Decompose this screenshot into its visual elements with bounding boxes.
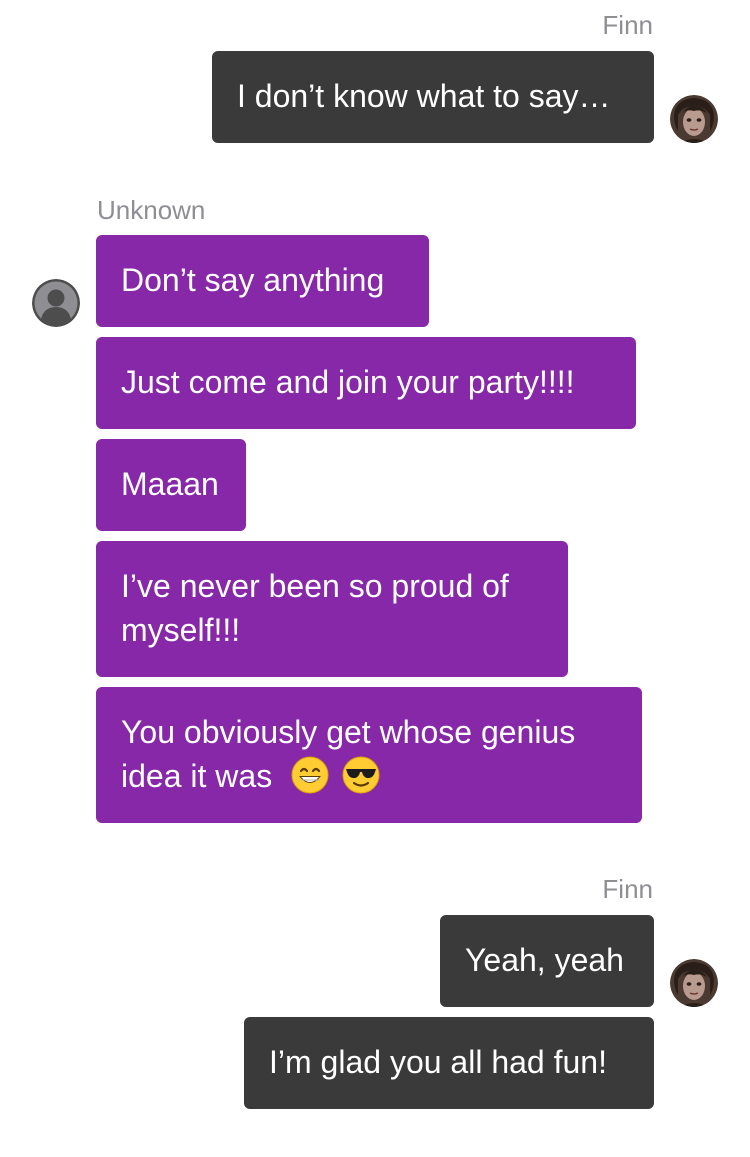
message-text-segment: idea it was xyxy=(121,758,273,794)
sender-label-unknown: Unknown xyxy=(97,195,206,225)
message-text: Just come and join your party!!!! xyxy=(121,364,575,400)
smiling-face-with-sunglasses-icon xyxy=(342,756,380,794)
message-bubble-outgoing[interactable]: Yeah, yeah xyxy=(440,915,654,1007)
sender-label-finn: Finn xyxy=(602,874,653,904)
message-text: Don’t say anything xyxy=(121,262,385,298)
unknown-avatar[interactable] xyxy=(32,279,80,327)
message-text: Maaan xyxy=(121,466,219,502)
message-bubble-incoming[interactable]: Maaan xyxy=(96,439,246,531)
message-text: I’m glad you all had fun! xyxy=(269,1044,607,1080)
finn-avatar[interactable] xyxy=(670,95,718,143)
grinning-face-with-smiling-eyes-icon xyxy=(291,756,329,794)
message-bubble-outgoing[interactable]: I’m glad you all had fun! xyxy=(244,1017,654,1109)
message-text-line-2: myself!!! xyxy=(121,612,241,648)
sender-label-finn: Finn xyxy=(602,10,653,40)
finn-avatar[interactable] xyxy=(670,959,718,1007)
message-text-line-2: idea it was xyxy=(121,754,617,798)
message-text: Yeah, yeah xyxy=(465,942,624,978)
message-text-line-1: You obviously get whose genius xyxy=(121,714,576,750)
message-bubble-incoming[interactable]: Don’t say anything xyxy=(96,235,429,327)
message-text-line-1: I’ve never been so proud of xyxy=(121,568,509,604)
message-bubble-outgoing[interactable]: I don’t know what to say… xyxy=(212,51,654,143)
message-text: I don’t know what to say… xyxy=(237,78,611,114)
message-bubble-incoming[interactable]: Just come and join your party!!!! xyxy=(96,337,636,429)
message-bubble-incoming[interactable]: I’ve never been so proud of myself!!! xyxy=(96,541,568,677)
message-bubble-incoming[interactable]: You obviously get whose genius idea it w… xyxy=(96,687,642,823)
